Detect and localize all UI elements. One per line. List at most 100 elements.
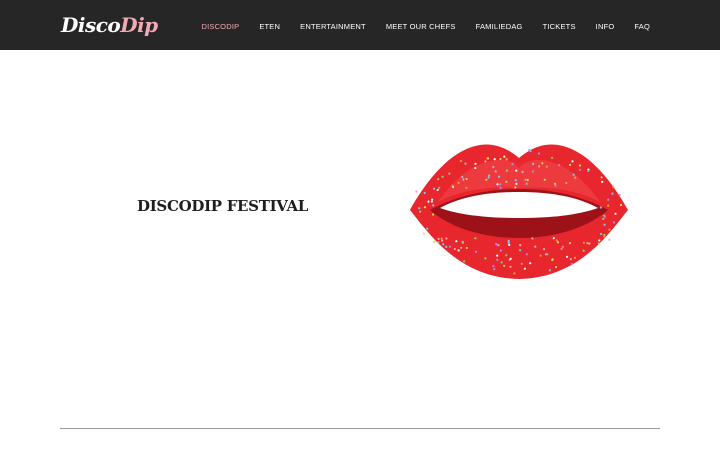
sprinkle-dot xyxy=(461,175,464,178)
sprinkle-dot xyxy=(545,165,548,168)
sprinkle-dot xyxy=(601,180,604,183)
sprinkle-dot xyxy=(440,237,443,240)
sprinkle-dot xyxy=(455,240,458,243)
nav-link-eten[interactable]: ETEN xyxy=(259,22,280,31)
sprinkle-dot xyxy=(441,239,444,242)
sprinkle-dot xyxy=(497,175,501,178)
sprinkle-dot xyxy=(607,198,610,201)
sprinkle-dot xyxy=(586,242,589,245)
sprinkle-dot xyxy=(457,249,460,252)
sprinkle-dot xyxy=(445,237,448,240)
sprinkle-dot xyxy=(619,203,623,207)
sprinkle-dot xyxy=(423,206,427,209)
sprinkle-dot xyxy=(511,162,514,166)
sprinkle-dot xyxy=(611,192,614,195)
sprinkle-dot xyxy=(509,257,512,260)
sprinkle-dot xyxy=(500,261,503,264)
sprinkle-dot xyxy=(588,242,591,245)
sprinkle-dot xyxy=(474,237,477,240)
sprinkle-dot xyxy=(494,170,497,173)
sprinkle-dot xyxy=(578,164,582,167)
sprinkle-dot xyxy=(465,186,468,189)
sprinkle-dot xyxy=(569,258,572,261)
sprinkle-dot xyxy=(587,169,590,172)
sprinkle-dot xyxy=(484,160,487,163)
sprinkle-dot xyxy=(437,178,440,181)
nav-link-meet-our-chefs[interactable]: MEET OUR CHEFS xyxy=(386,22,456,31)
nav-link-tickets[interactable]: TICKETS xyxy=(543,22,576,31)
sprinkle-dot xyxy=(508,243,511,246)
sprinkle-dot xyxy=(445,245,448,248)
sprinkle-dot xyxy=(561,245,564,248)
sprinkle-dot xyxy=(432,204,435,207)
sprinkle-dot xyxy=(438,186,441,189)
sprinkle-dot xyxy=(618,193,621,197)
sprinkle-dot xyxy=(505,254,508,257)
sprinkle-dot xyxy=(499,186,502,190)
sprinkle-dot xyxy=(427,200,430,203)
nav-item-faq: FAQ xyxy=(634,16,650,34)
nav-link-entertainment[interactable]: ENTERTAINMENT xyxy=(300,22,366,31)
sprinkle-dot xyxy=(600,176,603,179)
sprinkle-dot xyxy=(431,198,434,201)
sprinkle-dot xyxy=(431,213,435,216)
sprinkle-dot xyxy=(555,239,558,242)
sprinkle-dot xyxy=(465,246,468,250)
sprinkle-dot xyxy=(548,269,551,272)
sprinkle-dot xyxy=(554,184,557,187)
sprinkle-dot xyxy=(459,159,462,163)
sprinkle-dot xyxy=(608,228,611,231)
sprinkle-dot xyxy=(537,152,540,155)
sprinkle-dot xyxy=(603,215,606,218)
sprinkle-dot xyxy=(513,272,516,275)
nav-link-info[interactable]: INFO xyxy=(596,22,615,31)
sprinkle-dot xyxy=(531,170,535,173)
sprinkle-dot xyxy=(602,217,605,220)
nav-link-discodip[interactable]: DISCODIP xyxy=(201,22,239,31)
sprinkle-dot xyxy=(484,257,487,260)
nav-link-faq[interactable]: FAQ xyxy=(634,22,650,31)
sprinkle-dot xyxy=(524,178,527,181)
sprinkle-dot xyxy=(448,245,451,248)
sprinkle-dot xyxy=(599,232,603,236)
sprinkle-dot xyxy=(464,162,467,165)
sprinkle-dot xyxy=(526,178,529,182)
sprinkle-dot xyxy=(555,265,558,269)
sprinkle-dot xyxy=(451,184,454,187)
sprinkle-dot xyxy=(534,245,537,248)
sprinkle-dot xyxy=(503,155,506,158)
sprinkle-dot xyxy=(507,239,510,242)
sprinkle-dot xyxy=(515,169,518,172)
sprinkle-dot xyxy=(571,160,574,163)
sprinkle-dot xyxy=(598,239,601,242)
sprinkle-dot xyxy=(521,170,524,173)
sprinkle-dot xyxy=(614,212,617,215)
sprinkle-dot xyxy=(499,249,502,252)
sprinkle-dot xyxy=(531,237,534,240)
discodip-logo[interactable]: DiscoDip xyxy=(61,12,158,38)
sprinkle-dot xyxy=(419,210,422,213)
nav-link-familiedag[interactable]: FAMILIEDAG xyxy=(476,22,523,31)
sprinkle-dot xyxy=(574,176,577,179)
sprinkle-dot xyxy=(487,157,490,160)
sprinkle-dot xyxy=(505,169,508,172)
logo-text-disco: Disco xyxy=(61,13,121,37)
sprinkle-dot xyxy=(568,163,572,166)
sprinkle-dot xyxy=(415,190,418,193)
sprinkle-dot xyxy=(538,165,541,168)
sprinkle-dot xyxy=(505,180,508,183)
sprinkle-dot xyxy=(461,240,464,243)
sprinkle-dot xyxy=(532,162,535,165)
nav-item-eten: ETEN xyxy=(259,16,280,34)
sprinkle-dot xyxy=(515,182,518,185)
sprinkle-dot xyxy=(499,157,502,161)
sprinkle-dot xyxy=(497,244,500,247)
sprinkle-dot xyxy=(499,183,502,186)
sprinkle-dot xyxy=(579,168,582,171)
sprinkle-dot xyxy=(485,178,488,181)
nav-item-tickets: TICKETS xyxy=(543,16,576,34)
sprinkle-dot xyxy=(520,262,523,265)
sprinkle-dot xyxy=(492,265,495,268)
sprinkle-dot xyxy=(568,242,572,245)
sprinkle-dot xyxy=(474,162,477,165)
